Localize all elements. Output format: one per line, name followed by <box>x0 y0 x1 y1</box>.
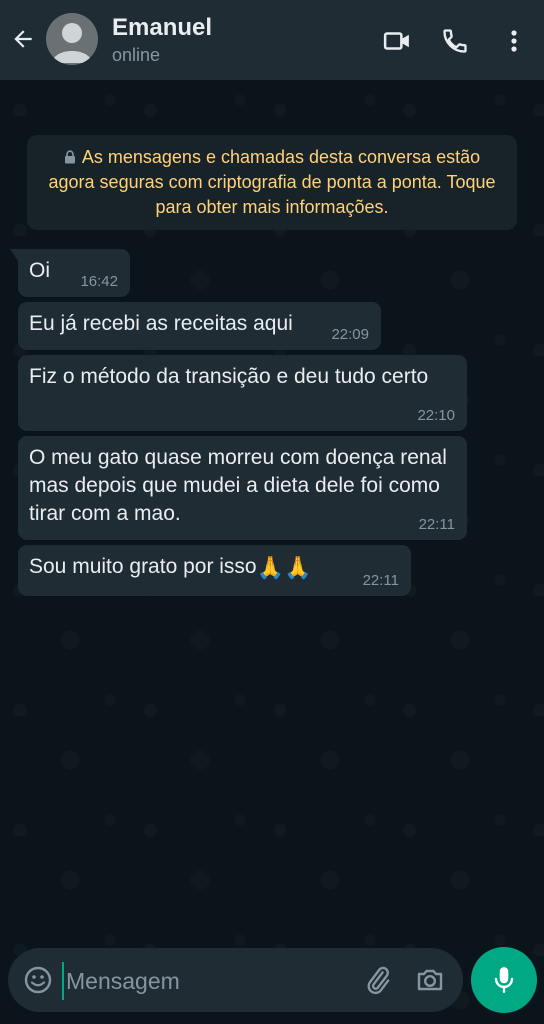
folded-hands-emoji: 🙏🙏 <box>256 555 312 580</box>
back-button[interactable] <box>8 24 38 54</box>
message-composer <box>8 948 463 1012</box>
microphone-icon <box>494 967 514 993</box>
message-bubble[interactable]: Oi 16:42 <box>10 249 130 297</box>
message-bubble[interactable]: Sou muito grato por isso🙏🙏 22:11 <box>18 545 411 596</box>
camera-button[interactable] <box>414 964 446 996</box>
camera-icon <box>417 969 443 991</box>
more-vert-icon <box>511 30 517 52</box>
contact-name[interactable]: Emanuel <box>112 14 212 42</box>
message-text: O meu gato quase morreu com doença renal… <box>29 446 447 525</box>
avatar[interactable] <box>46 13 98 65</box>
default-user-icon <box>52 23 92 63</box>
encryption-notice[interactable]: As mensagens e chamadas desta conversa e… <box>27 135 517 230</box>
paperclip-icon <box>367 966 390 995</box>
chat-header: Emanuel online <box>0 0 544 80</box>
video-call-button[interactable] <box>380 24 414 58</box>
attach-button[interactable] <box>363 965 393 995</box>
contact-status: online <box>112 45 161 65</box>
message-text: Sou muito grato por isso <box>29 555 257 578</box>
lock-icon <box>64 150 75 164</box>
message-time: 22:11 <box>418 516 455 533</box>
message-text: Oi <box>29 259 50 282</box>
message-text: Fiz o método da transição e deu tudo cer… <box>29 365 429 388</box>
message-time: 22:11 <box>362 572 399 589</box>
message-text: Eu já recebi as receitas aqui <box>29 312 293 335</box>
video-call-icon <box>383 32 409 50</box>
message-time: 22:09 <box>331 326 369 343</box>
message-bubble[interactable]: Eu já recebi as receitas aqui 22:09 <box>18 302 381 350</box>
message-time: 22:10 <box>417 407 455 424</box>
phone-call-icon <box>443 29 467 53</box>
message-bubble[interactable]: Fiz o método da transição e deu tudo cer… <box>18 355 467 431</box>
back-arrow-icon <box>14 30 32 48</box>
emoji-icon <box>24 966 52 994</box>
chat-area[interactable]: As mensagens e chamadas desta conversa e… <box>0 80 544 1024</box>
emoji-button[interactable] <box>22 964 54 996</box>
encryption-notice-text: As mensagens e chamadas desta conversa e… <box>48 147 496 217</box>
more-options-button[interactable] <box>497 24 531 58</box>
message-time: 16:42 <box>80 273 118 290</box>
voice-call-button[interactable] <box>438 24 472 58</box>
voice-message-button[interactable] <box>471 947 537 1013</box>
message-bubble[interactable]: O meu gato quase morreu com doença renal… <box>18 436 467 540</box>
bubble-tail <box>10 249 18 261</box>
message-input[interactable] <box>62 962 358 1000</box>
